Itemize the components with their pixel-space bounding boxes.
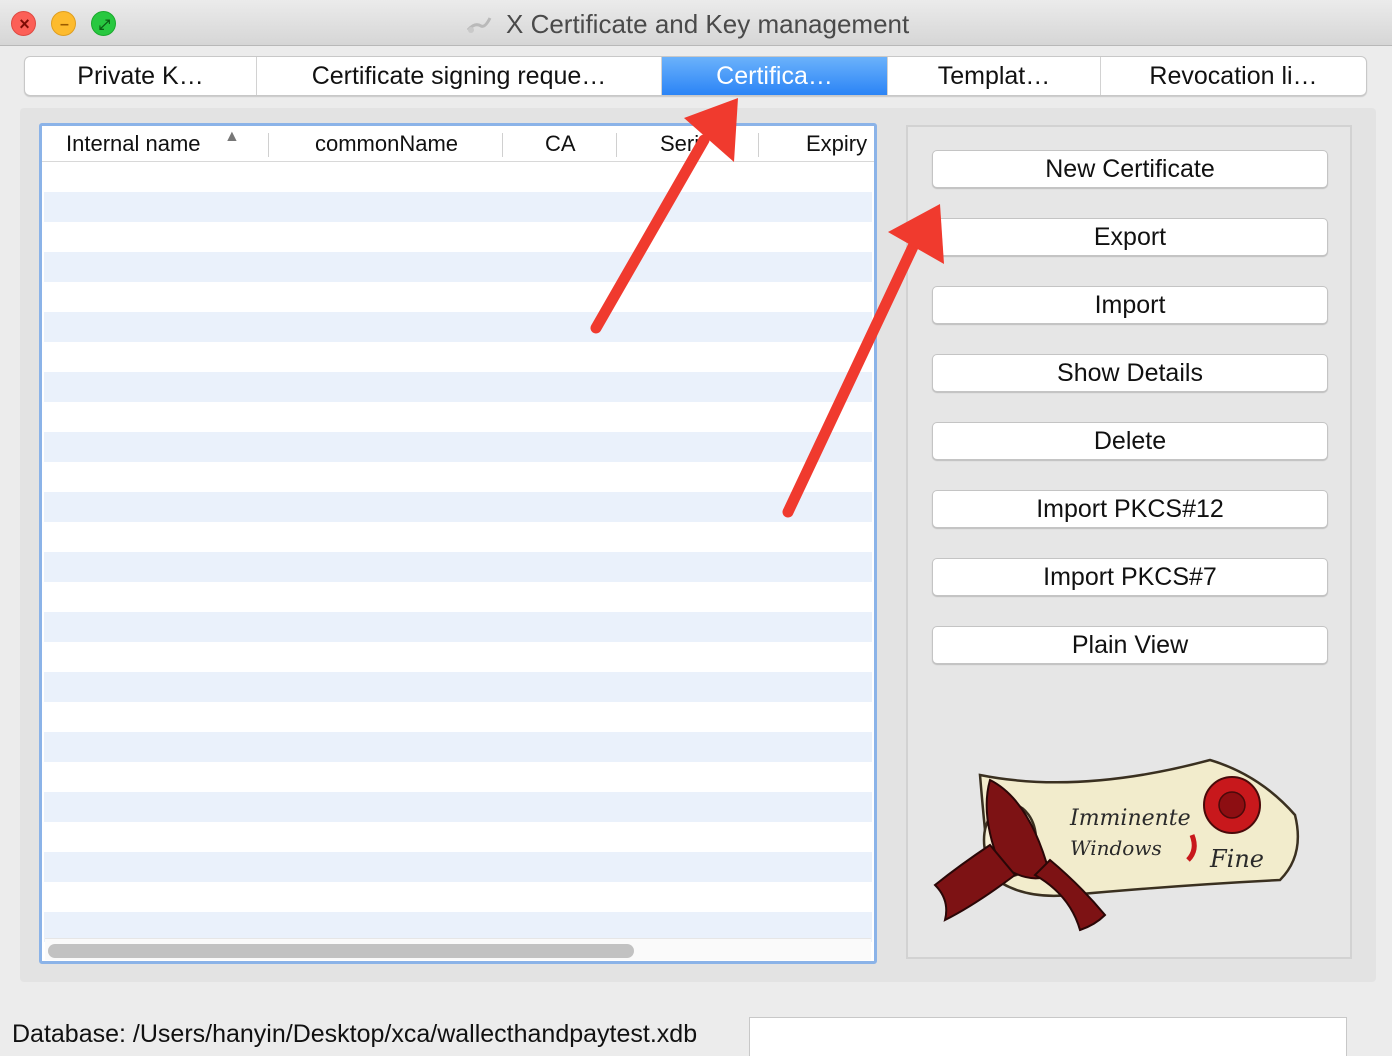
export-button[interactable]: Export — [932, 218, 1328, 256]
tab-certificates[interactable]: Certifica… — [662, 57, 888, 95]
new-certificate-button[interactable]: New Certificate — [932, 150, 1328, 188]
certificate-table[interactable]: Internal name ▲ commonName CA Seri Expir… — [39, 123, 877, 964]
tab-templates[interactable]: Templat… — [888, 57, 1101, 95]
window-title: X Certificate and Key management — [506, 9, 910, 39]
table-row — [44, 882, 872, 912]
table-row — [44, 702, 872, 732]
close-window-button[interactable]: × — [11, 11, 36, 36]
table-row — [44, 762, 872, 792]
table-row — [44, 252, 872, 282]
minimize-window-button[interactable]: – — [51, 11, 76, 36]
table-row — [44, 342, 872, 372]
table-row — [44, 582, 872, 612]
tab-bar: Private K… Certificate signing reque… Ce… — [24, 56, 1367, 96]
table-row — [44, 642, 872, 672]
close-icon: × — [19, 14, 30, 34]
table-row — [44, 822, 872, 852]
column-common-name[interactable]: commonName — [315, 126, 495, 162]
table-row — [44, 312, 872, 342]
scroll-text-windows: Windows — [1070, 836, 1162, 860]
scroll-text-fine: Fine — [1209, 845, 1264, 873]
table-row — [44, 492, 872, 522]
table-row — [44, 432, 872, 462]
column-separator — [268, 133, 269, 157]
table-row — [44, 552, 872, 582]
scroll-text-imminente: Imminente — [1069, 806, 1191, 831]
table-row — [44, 792, 872, 822]
column-separator — [616, 133, 617, 157]
table-row — [44, 522, 872, 552]
app-icon — [466, 17, 492, 33]
table-row — [44, 852, 872, 882]
table-row — [44, 222, 872, 252]
horizontal-scrollbar[interactable] — [45, 938, 871, 960]
import-pkcs7-button[interactable]: Import PKCS#7 — [932, 558, 1328, 596]
tab-revocation-lists[interactable]: Revocation li… — [1101, 57, 1366, 95]
import-pkcs12-button[interactable]: Import PKCS#12 — [932, 490, 1328, 528]
minimize-icon: – — [60, 16, 69, 33]
table-header: Internal name ▲ commonName CA Seri Expir… — [42, 126, 874, 162]
table-body[interactable] — [44, 162, 872, 942]
table-row — [44, 162, 872, 192]
import-button[interactable]: Import — [932, 286, 1328, 324]
delete-button[interactable]: Delete — [932, 422, 1328, 460]
maximize-window-button[interactable]: ⤢ — [91, 11, 116, 36]
table-row — [44, 372, 872, 402]
column-separator — [502, 133, 503, 157]
table-row — [44, 402, 872, 432]
table-row — [44, 672, 872, 702]
table-row — [44, 192, 872, 222]
table-row — [44, 612, 872, 642]
tab-private-keys[interactable]: Private K… — [25, 57, 257, 95]
database-path-label: Database: /Users/hanyin/Desktop/xca/wall… — [12, 1020, 698, 1048]
certificate-scroll-illustration: Imminente Windows Fine — [933, 758, 1300, 932]
column-separator — [758, 133, 759, 157]
column-expiry[interactable]: Expiry — [806, 126, 874, 162]
table-row — [44, 462, 872, 492]
title-bar: × – ⤢ X Certificate and Key management — [0, 0, 1392, 46]
table-row — [44, 282, 872, 312]
column-internal-name[interactable]: Internal name — [66, 126, 246, 162]
status-field — [749, 1017, 1347, 1056]
column-ca[interactable]: CA — [545, 126, 605, 162]
scrollbar-thumb[interactable] — [48, 944, 634, 958]
tab-certificate-signing-requests[interactable]: Certificate signing reque… — [257, 57, 662, 95]
sort-ascending-icon: ▲ — [224, 128, 240, 145]
table-row — [44, 732, 872, 762]
plain-view-button[interactable]: Plain View — [932, 626, 1328, 664]
show-details-button[interactable]: Show Details — [932, 354, 1328, 392]
maximize-icon: ⤢ — [98, 16, 111, 32]
column-serial[interactable]: Seri — [660, 126, 706, 162]
